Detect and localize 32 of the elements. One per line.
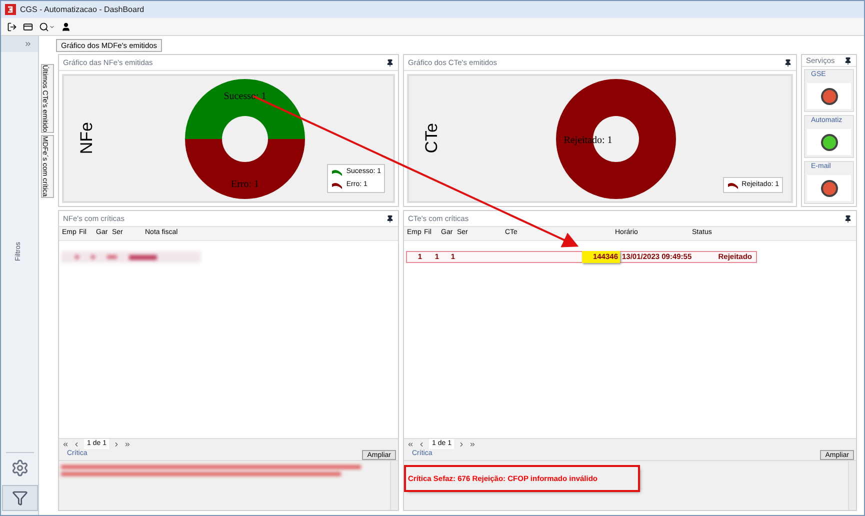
next-page-icon[interactable] [113,440,120,448]
search-icon[interactable] [39,22,49,32]
scrollbar[interactable] [390,461,398,510]
scrollbar[interactable] [848,461,856,510]
axis-label: NFe [76,122,96,155]
last-page-icon[interactable] [469,440,476,448]
window-title: CGS - Automatizacao - DashBoard [20,4,144,16]
legend-swatch-icon [726,180,739,189]
prev-page-icon[interactable] [418,440,425,448]
pin-icon[interactable] [844,56,852,65]
user-icon[interactable] [61,22,71,32]
filter-icon[interactable] [12,490,28,506]
pin-icon[interactable] [386,58,394,66]
pin-icon[interactable] [386,214,394,222]
app-logo-icon [5,4,16,15]
legend-swatch-icon [331,180,344,189]
first-page-icon[interactable] [407,440,414,448]
pin-icon[interactable] [844,214,852,222]
last-page-icon[interactable] [124,440,132,448]
legend-swatch-icon [331,168,344,176]
data-label: Sucesso: 1 [223,90,266,102]
first-page-icon[interactable] [62,440,69,448]
caret-icon[interactable] [49,24,55,30]
next-page-icon[interactable] [458,440,466,448]
pin-icon[interactable] [784,58,792,66]
data-label: Erro: 1 [230,178,259,190]
expand-icon[interactable] [24,40,32,48]
gears-icon[interactable] [10,459,28,477]
exit-icon[interactable] [7,22,17,32]
prev-page-icon[interactable] [73,440,80,448]
axis-label: CTe [421,123,441,154]
card-icon[interactable] [23,22,33,32]
